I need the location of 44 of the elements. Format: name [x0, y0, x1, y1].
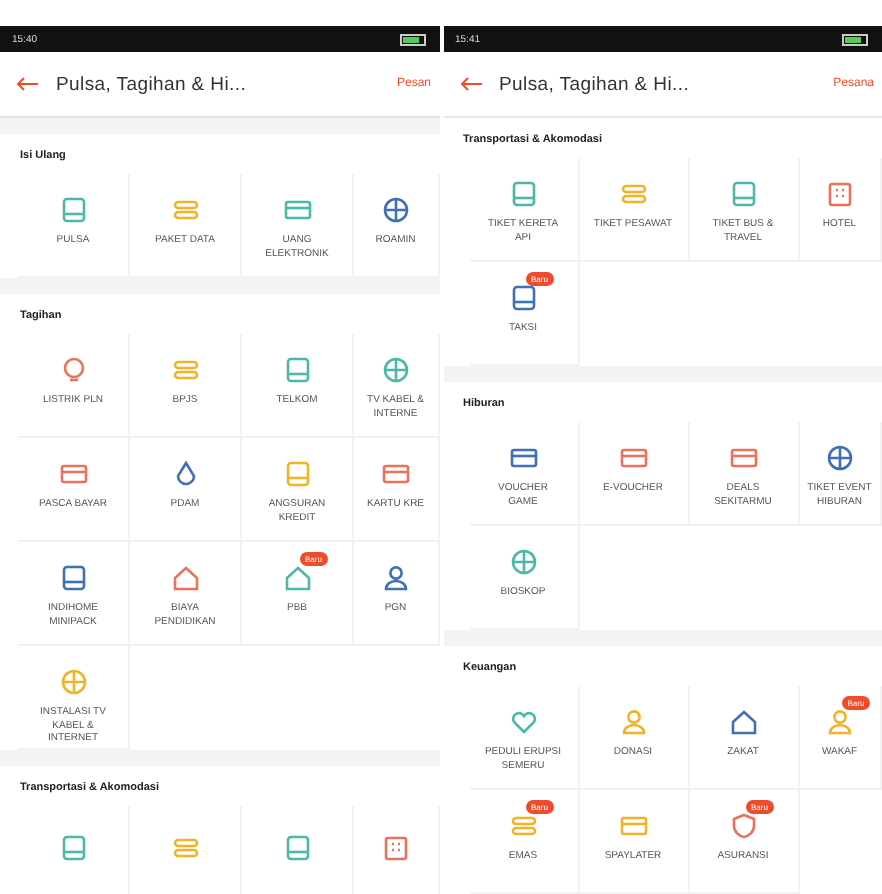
device-icon: [283, 834, 311, 862]
globe-icon: [59, 668, 87, 696]
device-icon: [729, 180, 757, 208]
shield-icon: [729, 812, 757, 840]
stack-icon: [171, 834, 199, 862]
house-icon: [729, 708, 757, 736]
card-icon: [729, 444, 757, 472]
card-icon: [509, 444, 537, 472]
stack-icon: [171, 356, 199, 384]
card-icon: [619, 444, 647, 472]
house-icon: [171, 564, 199, 592]
card-icon: [619, 812, 647, 840]
back-arrow-icon[interactable]: [459, 76, 483, 92]
globe-icon: [381, 356, 410, 384]
stack-icon: [171, 196, 199, 224]
device-icon: [59, 834, 87, 862]
globe-icon: [825, 444, 854, 472]
device-icon: [509, 180, 537, 208]
stack-icon: [619, 180, 647, 208]
card-icon: [59, 460, 87, 488]
bulb-icon: [59, 356, 87, 384]
device-icon: [509, 284, 537, 312]
back-arrow-icon[interactable]: [16, 76, 40, 92]
page-title: Pulsa, Tagihan & Hi...: [56, 73, 249, 95]
battery-icon: [842, 33, 870, 45]
person-icon: [619, 708, 647, 736]
building-icon: [825, 180, 854, 208]
heart-icon: [509, 708, 537, 736]
device-icon: [283, 460, 311, 488]
page-title: Pulsa, Tagihan & Hi...: [499, 73, 692, 95]
device-icon: [283, 356, 311, 384]
card-icon: [381, 460, 410, 488]
building-icon: [381, 834, 410, 862]
person-icon: [381, 564, 410, 592]
house-icon: [283, 564, 311, 592]
device-icon: [59, 196, 87, 224]
globe-icon: [509, 548, 537, 576]
card-icon: [283, 196, 311, 224]
drop-icon: [171, 460, 199, 488]
person-icon: [825, 708, 854, 736]
battery-icon: [399, 33, 427, 45]
globe-icon: [381, 196, 410, 224]
device-icon: [59, 564, 87, 592]
stack-icon: [509, 812, 537, 840]
